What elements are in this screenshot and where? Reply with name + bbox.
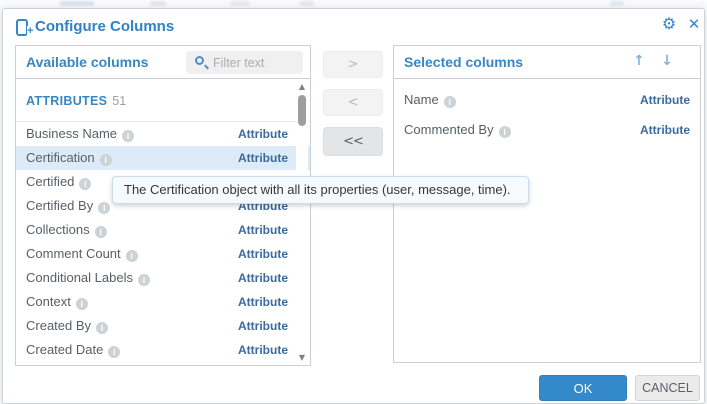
move-down-icon[interactable]: ↓ <box>658 53 676 73</box>
column-type-label: Attribute <box>238 290 288 314</box>
available-column-row[interactable]: Comment Count Attribute <box>16 242 310 266</box>
info-icon[interactable] <box>122 130 134 142</box>
close-icon[interactable]: ✕ <box>684 14 704 34</box>
filter-field <box>186 51 303 74</box>
info-icon[interactable] <box>444 96 456 108</box>
column-type-label: Attribute <box>238 314 288 338</box>
column-label: Commented By <box>404 122 494 137</box>
info-icon[interactable] <box>499 126 511 138</box>
column-label: Collections <box>26 222 90 237</box>
filter-input[interactable] <box>186 51 303 74</box>
cancel-button[interactable]: CANCEL <box>635 375 700 401</box>
scroll-up-icon[interactable]: ▲ <box>296 82 308 91</box>
column-label: Certified By <box>26 198 93 213</box>
column-type-label: Attribute <box>238 146 288 170</box>
available-column-row[interactable]: Business Name Attribute <box>16 122 310 146</box>
attributes-group-header: ATTRIBUTES 51 <box>16 79 310 122</box>
available-column-row[interactable]: Certification Attribute <box>16 146 310 170</box>
info-icon[interactable] <box>79 178 91 190</box>
available-columns-header: Available columns <box>15 45 311 79</box>
move-right-button[interactable]: > <box>323 51 383 78</box>
column-label: Created Date <box>26 342 103 357</box>
selected-column-row[interactable]: Name Attribute <box>394 85 700 115</box>
selected-columns-list: Name Attribute Commented By Attribute <box>393 78 701 363</box>
move-left-button[interactable]: < <box>323 89 383 116</box>
column-label: Conditional Labels <box>26 270 133 285</box>
info-icon[interactable] <box>100 154 112 166</box>
column-type-label: Attribute <box>238 338 288 362</box>
column-type-label: Attribute <box>640 85 690 115</box>
available-columns-list: ATTRIBUTES 51 Business Name Attribute Cer… <box>15 78 311 366</box>
info-icon[interactable] <box>95 226 107 238</box>
move-all-left-button[interactable]: << <box>323 127 383 156</box>
available-column-row[interactable]: Conditional Labels Attribute <box>16 266 310 290</box>
info-icon[interactable] <box>108 346 120 358</box>
column-type-label: Attribute <box>640 115 690 145</box>
configure-columns-dialog: Configure Columns ⚙ ✕ Available columns … <box>2 8 705 404</box>
dialog-title: Configure Columns <box>35 18 174 35</box>
column-label: Context <box>26 294 71 309</box>
info-icon[interactable] <box>98 202 110 214</box>
info-icon[interactable] <box>138 274 150 286</box>
available-rows: Business Name Attribute Certification At… <box>16 122 310 362</box>
ok-button[interactable]: OK <box>539 375 627 401</box>
column-label: Created By <box>26 318 91 333</box>
column-label: Certified <box>26 174 74 189</box>
column-label: Comment Count <box>26 246 121 261</box>
selected-columns-header: Selected columns ↑ ↓ <box>393 45 701 79</box>
available-column-row[interactable]: Collections Attribute <box>16 218 310 242</box>
scroll-down-icon[interactable]: ▼ <box>296 353 308 362</box>
column-type-label: Attribute <box>238 218 288 242</box>
info-icon[interactable] <box>76 298 88 310</box>
screen: Configure Columns ⚙ ✕ Available columns … <box>0 0 707 404</box>
attributes-group-label: ATTRIBUTES <box>26 94 107 108</box>
column-label: Business Name <box>26 126 117 141</box>
info-icon[interactable] <box>96 322 108 334</box>
column-label: Name <box>404 92 439 107</box>
add-column-icon <box>16 19 28 36</box>
selected-column-row[interactable]: Commented By Attribute <box>394 115 700 145</box>
column-label: Certification <box>26 150 95 165</box>
column-type-label: Attribute <box>238 266 288 290</box>
attributes-group-count: 51 <box>112 94 126 108</box>
selected-rows: Name Attribute Commented By Attribute <box>394 85 700 145</box>
settings-gear-icon[interactable]: ⚙ <box>659 14 679 34</box>
column-type-label: Attribute <box>238 242 288 266</box>
available-column-row[interactable]: Created Date Attribute <box>16 338 310 362</box>
scrollbar[interactable]: ▲ ▼ <box>296 82 308 362</box>
selected-columns-title: Selected columns <box>404 54 523 70</box>
available-columns-title: Available columns <box>26 54 148 70</box>
info-icon[interactable] <box>126 250 138 262</box>
tooltip: The Certification object with all its pr… <box>112 176 529 204</box>
move-up-icon[interactable]: ↑ <box>630 53 648 73</box>
column-type-label: Attribute <box>238 122 288 146</box>
available-column-row[interactable]: Context Attribute <box>16 290 310 314</box>
available-column-row[interactable]: Created By Attribute <box>16 314 310 338</box>
scrollbar-thumb[interactable] <box>298 95 306 126</box>
